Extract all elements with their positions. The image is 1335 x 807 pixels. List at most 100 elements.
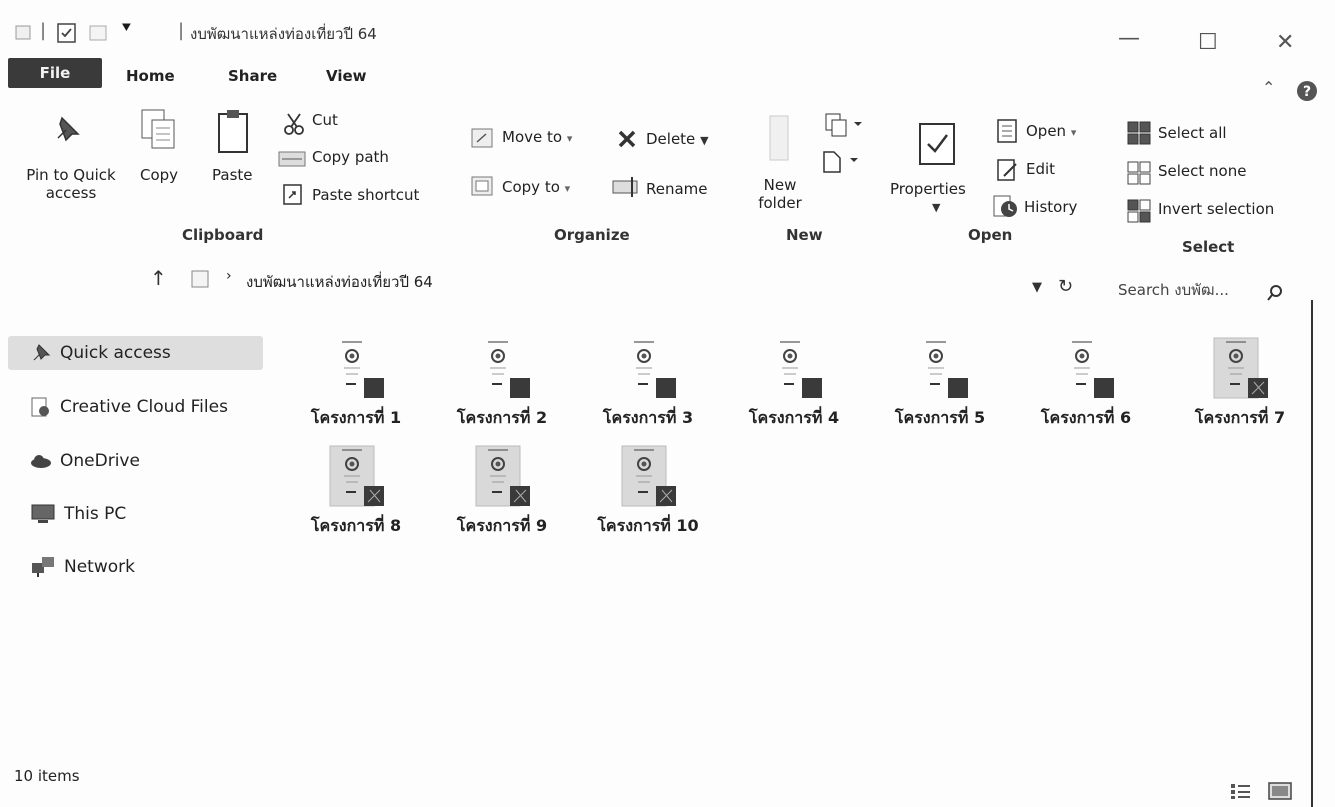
file-name: โครงการที่ 3	[602, 408, 694, 427]
file-item[interactable]: โครงการที่ 1	[296, 330, 416, 440]
nav-item-onedrive[interactable]: OneDrive	[30, 444, 140, 478]
pdf-document-icon	[1056, 336, 1116, 406]
pdf-document-icon	[472, 336, 532, 406]
tab-home[interactable]: Home	[126, 62, 175, 90]
properties-button[interactable]: Properties	[890, 180, 966, 198]
copy-to-icon	[470, 174, 494, 198]
invert-selection-icon	[1126, 198, 1152, 224]
search-input[interactable]: Search งบพัฒ...	[1118, 278, 1268, 300]
nav-item-label: Creative Cloud Files	[60, 397, 228, 417]
select-none-button[interactable]: Select none	[1158, 162, 1246, 180]
delete-button[interactable]: Delete ▼	[646, 130, 709, 148]
file-item[interactable]: โครงการที่ 10	[588, 438, 708, 548]
invert-selection-button[interactable]: Invert selection	[1158, 200, 1274, 218]
move-to-label: Move to	[502, 128, 563, 146]
nav-item-label: Quick access	[60, 343, 171, 363]
edit-button[interactable]: Edit	[1026, 160, 1055, 178]
organize-group-label: Organize	[554, 226, 630, 244]
chevron-down-icon[interactable]: ▼	[1032, 280, 1042, 295]
paste-icon	[216, 108, 252, 156]
copy-button[interactable]: Copy	[140, 166, 178, 184]
collapse-ribbon-icon[interactable]: ⌃	[1262, 78, 1275, 97]
new-folder-button[interactable]: New folder	[752, 176, 808, 212]
copy-icon	[140, 108, 180, 152]
file-item[interactable]: โครงการที่ 2	[442, 330, 562, 440]
select-all-button[interactable]: Select all	[1158, 124, 1227, 142]
nav-item-creative-cloud-files[interactable]: Creative Cloud Files	[30, 390, 228, 424]
pin-icon	[48, 112, 84, 148]
paste-shortcut-button[interactable]: Paste shortcut	[312, 186, 419, 204]
clipboard-group-label: Clipboard	[182, 226, 264, 244]
title-bar: | ⯆ | งบพัฒนาแหล่งท่องเที่ยวปี 64 — ☐ ✕	[0, 0, 1335, 58]
pdf-document-icon	[326, 444, 386, 514]
separator-icon: |	[40, 20, 47, 41]
paste-button[interactable]: Paste	[212, 166, 253, 184]
new-folder-qat-icon[interactable]	[88, 22, 110, 44]
file-item[interactable]: โครงการที่ 5	[880, 330, 1000, 440]
open-button[interactable]: Open ▾	[1026, 122, 1076, 140]
pin-to-quick-access-button[interactable]: Pin to Quick access	[12, 166, 130, 202]
file-item[interactable]: โครงการที่ 7	[1180, 330, 1300, 440]
pdf-document-icon	[472, 444, 532, 514]
svg-text:?: ?	[1303, 84, 1311, 100]
status-item-count: 10 items	[14, 767, 80, 785]
tab-view[interactable]: View	[326, 62, 367, 90]
move-to-icon	[470, 126, 494, 150]
refresh-icon[interactable]: ↻	[1058, 276, 1073, 297]
help-icon[interactable]: ?	[1296, 80, 1318, 102]
new-folder-icon	[766, 112, 794, 164]
customize-qat-icon[interactable]: ⯆	[120, 18, 133, 38]
maximize-button[interactable]: ☐	[1198, 30, 1218, 55]
chevron-down-icon: ▾	[564, 182, 571, 195]
easy-access-icon[interactable]	[820, 148, 860, 174]
tab-share[interactable]: Share	[228, 62, 277, 90]
window-edge-divider	[1311, 300, 1313, 807]
pdf-document-icon	[1210, 336, 1270, 406]
nav-item-label: OneDrive	[60, 451, 140, 471]
rename-icon	[612, 176, 642, 198]
up-arrow-icon[interactable]: ↑	[150, 266, 167, 290]
nav-item-label: This PC	[64, 504, 127, 524]
tab-file[interactable]: File	[8, 58, 102, 88]
file-name: โครงการที่ 2	[456, 408, 548, 427]
pc-icon	[30, 503, 64, 525]
chevron-down-icon[interactable]: ▼	[932, 201, 940, 214]
file-item[interactable]: โครงการที่ 6	[1026, 330, 1146, 440]
history-icon	[992, 194, 1020, 220]
nav-item-quick-access[interactable]: Quick access	[8, 336, 263, 370]
new-item-icon[interactable]	[824, 112, 864, 138]
open-label: Open	[1026, 122, 1067, 140]
pdf-document-icon	[618, 444, 678, 514]
new-group-label: New	[786, 226, 823, 244]
file-item[interactable]: โครงการที่ 3	[588, 330, 708, 440]
file-name: โครงการที่ 8	[310, 516, 402, 535]
large-icons-view-icon[interactable]	[1268, 782, 1292, 800]
network-icon	[30, 555, 64, 579]
scissors-icon	[282, 112, 306, 136]
cloud-files-icon	[30, 396, 60, 418]
pin-icon	[30, 342, 60, 364]
nav-item-network[interactable]: Network	[30, 550, 135, 584]
file-item[interactable]: โครงการที่ 8	[296, 438, 416, 548]
onedrive-icon	[30, 450, 60, 472]
rename-button[interactable]: Rename	[646, 180, 708, 198]
chevron-right-icon[interactable]: ›	[226, 268, 232, 284]
address-path[interactable]: งบพัฒนาแหล่งท่องเที่ยวปี 64	[246, 270, 433, 294]
move-to-button[interactable]: Move to ▾	[502, 128, 572, 146]
chevron-down-icon: ▾	[1070, 126, 1077, 139]
file-name: โครงการที่ 7	[1194, 408, 1286, 427]
nav-item-this-pc[interactable]: This PC	[30, 497, 126, 531]
minimize-button[interactable]: —	[1118, 26, 1140, 51]
details-view-icon[interactable]	[1230, 782, 1252, 800]
cut-button[interactable]: Cut	[312, 111, 338, 129]
search-icon[interactable]	[1266, 284, 1284, 302]
properties-qat-icon[interactable]	[56, 22, 78, 44]
delete-label: Delete	[646, 130, 696, 148]
copy-to-button[interactable]: Copy to ▾	[502, 178, 570, 196]
history-button[interactable]: History	[1024, 198, 1077, 216]
file-item[interactable]: โครงการที่ 4	[734, 330, 854, 440]
properties-icon	[916, 120, 960, 168]
file-item[interactable]: โครงการที่ 9	[442, 438, 562, 548]
copy-path-button[interactable]: Copy path	[312, 148, 389, 166]
close-button[interactable]: ✕	[1276, 30, 1294, 55]
